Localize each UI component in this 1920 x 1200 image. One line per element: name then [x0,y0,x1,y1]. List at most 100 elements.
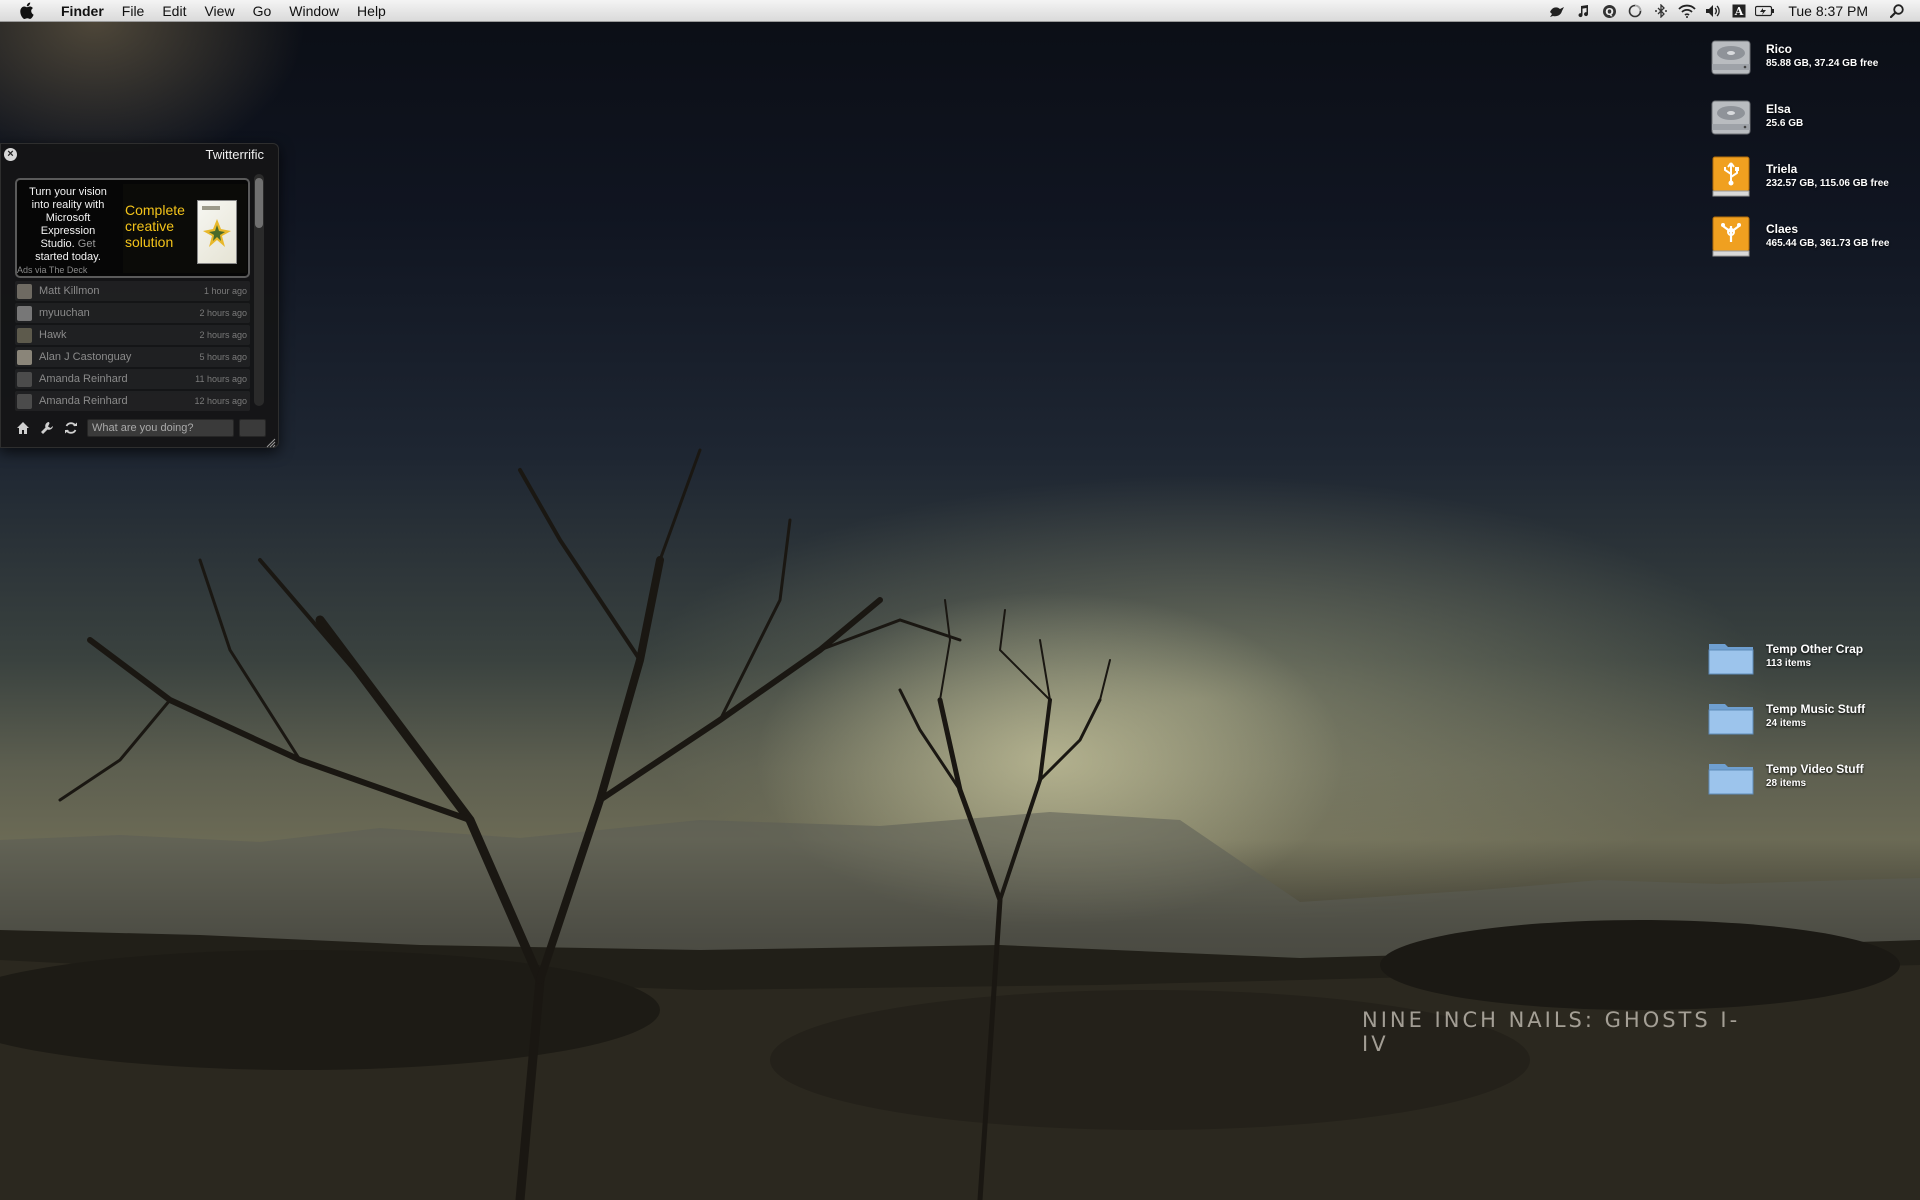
drive-name: Rico [1766,42,1793,56]
folder-icon [1707,692,1755,740]
ad-text-2: started today. [35,251,101,263]
tweet-row[interactable]: Alan J Castonguay 5 hours ago [15,347,250,367]
drive-info: 85.88 GB, 37.24 GB free [1766,58,1879,69]
refresh-icon[interactable] [62,419,80,437]
folder-icon [1707,632,1755,680]
tweet-author: Amanda Reinhard [39,373,128,385]
folder-info: 28 items [1766,778,1807,789]
tweet-time: 2 hours ago [199,308,247,318]
drive-label: Elsa 25.6 GB [1766,102,1803,130]
menu-help[interactable]: Help [348,0,395,22]
sync-icon[interactable] [1622,0,1648,22]
window-titlebar[interactable]: × Twitterrific [1,144,278,164]
avatar[interactable] [17,349,32,365]
menu-window[interactable]: Window [280,0,348,22]
wallpaper-album-title: NINE INCH NAILS: GHOSTS I-IV [1362,1008,1741,1056]
folder-label: Temp Other Crap 113 items [1766,642,1863,670]
menu-edit[interactable]: Edit [153,0,195,22]
apple-icon[interactable] [0,0,52,22]
sponsored-ad[interactable]: Turn your vision into reality with Micro… [15,178,250,278]
hard-drive-icon [1707,92,1755,140]
drive-label: Claes 465.44 GB, 361.73 GB free [1766,222,1889,250]
avatar[interactable] [17,283,32,299]
desktop-folder-temp-video-stuff[interactable]: Temp Video Stuff 28 items [1707,748,1902,804]
bluetooth-icon[interactable] [1648,0,1674,22]
tweet-author: Amanda Reinhard [39,395,128,407]
ad-attribution[interactable]: Ads via The Deck [17,265,87,275]
twitterrific-bird-icon[interactable] [1544,0,1570,22]
home-icon[interactable] [14,419,32,437]
timeline-scrollbar[interactable] [254,174,264,406]
menu-go[interactable]: Go [244,0,281,22]
avatar[interactable] [17,327,32,343]
tweet-time: 1 hour ago [203,286,247,296]
tweet-row[interactable]: myuuchan 2 hours ago [15,303,250,323]
tweet-author: Matt Killmon [39,285,100,297]
ad-copy: Turn your vision into reality with Micro… [25,186,111,264]
desktop-folder-temp-other-crap[interactable]: Temp Other Crap 113 items [1707,628,1902,684]
hard-drive-icon [1707,32,1755,80]
scrollbar-thumb[interactable] [255,178,263,228]
tweet-time: 2 hours ago [199,330,247,340]
desktop-folder-temp-music-stuff[interactable]: Temp Music Stuff 24 items [1707,688,1902,744]
folder-label: Temp Video Stuff 28 items [1766,762,1864,790]
close-icon[interactable]: × [4,148,17,161]
usb-drive-icon [1707,152,1755,200]
menu-file[interactable]: File [113,0,154,22]
software-box-icon [197,200,237,264]
input-menu-icon[interactable]: A [1726,0,1752,22]
drive-name: Claes [1766,222,1799,236]
tweet-author: myuuchan [39,307,90,319]
avatar[interactable] [17,371,32,387]
desktop-drive-triela[interactable]: Triela 232.57 GB, 115.06 GB free [1707,148,1902,204]
menu-view[interactable]: View [195,0,243,22]
quicksilver-icon[interactable]: Q [1596,0,1622,22]
tweet-author: Hawk [39,329,67,341]
twitterrific-window: × Twitterrific Turn your vision into rea… [0,143,279,448]
post-update-button[interactable] [239,419,266,437]
folder-info: 113 items [1766,658,1812,669]
drive-label: Triela 232.57 GB, 115.06 GB free [1766,162,1889,190]
tweet-row[interactable]: Hawk 2 hours ago [15,325,250,345]
tweet-timeline: Matt Killmon 1 hour ago myuuchan 2 hours… [15,281,250,413]
tweet-time: 5 hours ago [199,352,247,362]
svg-text:A: A [1734,5,1744,18]
drive-info: 25.6 GB [1766,118,1804,129]
desktop-drive-rico[interactable]: Rico 85.88 GB, 37.24 GB free [1707,28,1902,84]
menu-bar-left: Finder File Edit View Go Window Help [0,0,395,22]
twitterrific-toolbar [1,413,278,443]
menu-bar: Finder File Edit View Go Window Help Q A [0,0,1920,22]
wifi-icon[interactable] [1674,0,1700,22]
avatar[interactable] [17,305,32,321]
tweet-time: 11 hours ago [195,374,247,384]
ad-banner-image[interactable]: Complete creative solution [123,184,247,273]
tweet-row[interactable]: Amanda Reinhard 12 hours ago [15,391,250,411]
menu-bar-extras: Q A Tue 8:37 PM [1544,0,1920,22]
folder-name: Temp Video Stuff [1766,762,1864,776]
resize-grip-icon[interactable] [266,435,276,448]
ad-link[interactable]: Get [78,238,96,250]
tweet-author: Alan J Castonguay [39,351,132,363]
menu-clock[interactable]: Tue 8:37 PM [1778,0,1884,22]
window-title: Twitterrific [205,147,265,162]
avatar[interactable] [17,393,32,409]
wrench-icon[interactable] [38,419,56,437]
drive-name: Triela [1766,162,1798,176]
tweet-row[interactable]: Matt Killmon 1 hour ago [15,281,250,301]
desktop-drive-elsa[interactable]: Elsa 25.6 GB [1707,88,1902,144]
ad-headline: Complete creative solution [125,202,185,250]
folder-name: Temp Music Stuff [1766,702,1866,716]
drive-info: 465.44 GB, 361.73 GB free [1766,238,1890,249]
spotlight-icon[interactable] [1884,0,1910,22]
folder-label: Temp Music Stuff 24 items [1766,702,1865,730]
itunes-note-icon[interactable] [1570,0,1596,22]
battery-icon[interactable] [1752,0,1778,22]
tweet-time: 12 hours ago [194,396,247,406]
tweet-row[interactable]: Amanda Reinhard 11 hours ago [15,369,250,389]
menu-app-finder[interactable]: Finder [52,0,113,22]
firewire-drive-icon [1707,212,1755,260]
volume-icon[interactable] [1700,0,1726,22]
desktop-drive-claes[interactable]: Claes 465.44 GB, 361.73 GB free [1707,208,1902,264]
status-update-input[interactable] [87,419,234,437]
folder-icon [1707,752,1755,800]
